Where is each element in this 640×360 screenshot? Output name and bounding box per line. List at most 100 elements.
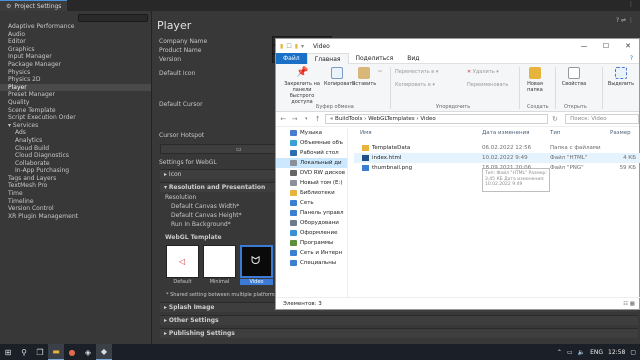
category-collaborate[interactable]: Collaborate: [0, 160, 151, 168]
rename-button[interactable]: Переименовать: [467, 82, 508, 88]
nav-item[interactable]: Специальны: [276, 258, 347, 268]
paste-button[interactable]: Вставить: [352, 67, 376, 87]
cut-icon[interactable]: ✂: [378, 69, 382, 75]
nav-item[interactable]: Панель управл: [276, 208, 347, 218]
other-section-header[interactable]: ▸ Other Settings: [160, 315, 638, 325]
nav-item[interactable]: Сеть и Интерн: [276, 248, 347, 258]
help-icon[interactable]: ?: [630, 55, 633, 62]
category-audio[interactable]: Audio: [0, 31, 151, 39]
taskbar-unity[interactable]: ◈: [80, 344, 96, 360]
column-name[interactable]: Имя: [360, 130, 372, 136]
template-default-thumb[interactable]: ◁: [166, 245, 199, 278]
close-button[interactable]: ✕: [617, 39, 639, 53]
minimize-button[interactable]: —: [573, 39, 595, 53]
category-package-manager[interactable]: Package Manager: [0, 61, 151, 69]
clock[interactable]: 12:58: [608, 349, 625, 356]
new-folder-button[interactable]: Новая папка: [523, 67, 547, 93]
maximize-button[interactable]: ☐: [595, 39, 617, 53]
tab-view[interactable]: Вид: [400, 53, 426, 64]
template-video-thumb[interactable]: ᗢ: [240, 245, 273, 278]
copy-button[interactable]: Копировать: [324, 67, 355, 87]
project-settings-tab[interactable]: ⚙ Project Settings: [0, 0, 68, 11]
tab-home[interactable]: Главная: [306, 52, 349, 64]
copy-to-button[interactable]: Копировать в ▾: [395, 82, 435, 88]
pin-quick-access-button[interactable]: 📌 Закрепить на панели быстрого доступа: [280, 67, 324, 105]
up-arrow-icon[interactable]: ↑: [313, 115, 321, 123]
properties-quick-icon[interactable]: ☐: [286, 43, 291, 50]
nav-item[interactable]: DVD RW дисков: [276, 168, 347, 178]
search-button[interactable]: ⚲: [16, 344, 32, 360]
recent-dropdown-icon[interactable]: ▾: [302, 116, 310, 122]
category-input-manager[interactable]: Input Manager: [0, 53, 151, 61]
network-icon[interactable]: ▭: [567, 349, 573, 356]
category-ads[interactable]: Ads: [0, 129, 151, 137]
category-preset-manager[interactable]: Preset Manager: [0, 91, 151, 99]
category-graphics[interactable]: Graphics: [0, 46, 151, 54]
nav-item[interactable]: Локальный ди: [276, 158, 347, 168]
forward-arrow-icon[interactable]: →: [290, 115, 298, 123]
column-size[interactable]: Размер: [610, 130, 631, 136]
view-toggle-icons[interactable]: ☷ ▦: [623, 298, 635, 310]
nav-item[interactable]: Музыка: [276, 128, 347, 138]
category-time[interactable]: Time: [0, 190, 151, 198]
delete-button[interactable]: ✕ Удалить ▾: [467, 69, 499, 75]
publishing-section-header[interactable]: ▸ Publishing Settings: [160, 328, 638, 338]
category-scene-template[interactable]: Scene Template: [0, 107, 151, 115]
move-to-button[interactable]: Переместить в ▾: [395, 69, 438, 75]
taskbar-unity-editor[interactable]: ◆: [96, 344, 112, 360]
volume-icon[interactable]: 🔈: [578, 349, 585, 356]
category-player[interactable]: Player: [0, 83, 151, 92]
webgl-platform-icon[interactable]: ▭: [236, 146, 242, 153]
taskbar-explorer[interactable]: ▬: [48, 344, 64, 360]
category-timeline[interactable]: Timeline: [0, 198, 151, 206]
task-view-button[interactable]: ❐: [32, 344, 48, 360]
language-indicator[interactable]: ENG: [590, 349, 603, 356]
select-button[interactable]: Выделить: [605, 67, 637, 87]
category-cloud-build[interactable]: Cloud Build: [0, 145, 151, 153]
nav-item-label: DVD RW дисков: [300, 170, 345, 176]
category-editor[interactable]: Editor: [0, 38, 151, 46]
nav-item[interactable]: Оформление: [276, 228, 347, 238]
settings-search-input[interactable]: [78, 14, 148, 22]
window-menu-icon[interactable]: ⋮: [628, 1, 634, 8]
taskbar-app[interactable]: ●: [64, 344, 80, 360]
category-cloud-diagnostics[interactable]: Cloud Diagnostics: [0, 152, 151, 160]
category-textmesh-pro[interactable]: TextMesh Pro: [0, 182, 151, 190]
category-tags-and-layers[interactable]: Tags and Layers: [0, 175, 151, 183]
template-minimal-thumb[interactable]: [203, 245, 236, 278]
category-physics-2d[interactable]: Physics 2D: [0, 76, 151, 84]
nav-item[interactable]: Новый том (E:): [276, 178, 347, 188]
quick-access-dropdown-icon[interactable]: ▾: [301, 43, 304, 50]
back-arrow-icon[interactable]: ←: [279, 115, 287, 123]
nav-item[interactable]: Объемные объ: [276, 138, 347, 148]
category-xr-plugin-management[interactable]: XR Plugin Management: [0, 213, 151, 221]
category-version-control[interactable]: Version Control: [0, 205, 151, 213]
category-script-execution-order[interactable]: Script Execution Order: [0, 114, 151, 122]
category-physics[interactable]: Physics: [0, 69, 151, 77]
new-folder-quick-icon[interactable]: ▮: [295, 43, 298, 50]
category-quality[interactable]: Quality: [0, 99, 151, 107]
file-row[interactable]: index.html 10.02.2022 9:49 Файл "HTML" 4 КБ: [354, 153, 640, 163]
column-type[interactable]: Тип: [550, 130, 561, 136]
nav-item[interactable]: Программы: [276, 238, 347, 248]
start-button[interactable]: ⊞: [0, 344, 16, 360]
nav-item[interactable]: Библиотеки: [276, 188, 347, 198]
tab-share[interactable]: Поделиться: [349, 53, 401, 64]
refresh-icon[interactable]: ↻: [551, 115, 559, 123]
tab-file[interactable]: Файл: [276, 52, 307, 64]
column-date[interactable]: Дата изменения: [482, 130, 529, 136]
address-bar[interactable]: « BuildTools › WebGLTemplates › Video: [324, 114, 548, 124]
nav-item[interactable]: Оборудовани: [276, 218, 347, 228]
category-in-app-purchasing[interactable]: In-App Purchasing: [0, 167, 151, 175]
help-icon[interactable]: ? ⇌ ⋮: [616, 17, 634, 24]
file-row[interactable]: TemplateData 06.02.2022 12:56 Папка с файл…: [354, 143, 640, 153]
notifications-icon[interactable]: ▢: [630, 349, 636, 356]
category-adaptive-performance[interactable]: Adaptive Performance: [0, 23, 151, 31]
category-analytics[interactable]: Analytics: [0, 137, 151, 145]
nav-item[interactable]: Рабочий стол: [276, 148, 347, 158]
tray-chevron-icon[interactable]: ⌃: [557, 349, 562, 356]
category-services[interactable]: ▾ Services: [0, 122, 151, 130]
nav-item[interactable]: Сеть: [276, 198, 347, 208]
properties-button[interactable]: Свойства: [560, 67, 588, 87]
search-input[interactable]: Поиск: Video: [565, 114, 640, 124]
